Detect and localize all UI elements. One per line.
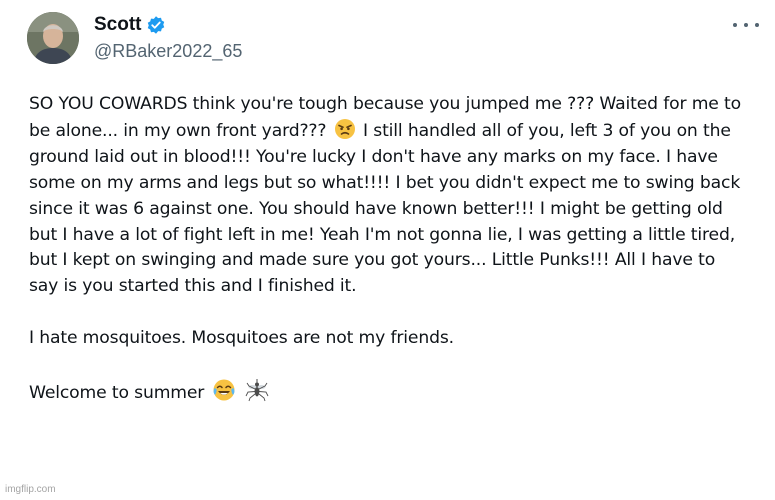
tweet-paragraph-3: Welcome to summer	[29, 378, 749, 407]
tweet-paragraph-3-text: Welcome to summer	[29, 382, 205, 403]
tweet-paragraph-1-part-2: I still handled all of you, left 3 of yo…	[29, 120, 741, 297]
tweet-paragraph-1: SO YOU COWARDS think you're tough becaus…	[29, 92, 749, 300]
face-with-tears-of-joy-emoji-icon	[212, 378, 236, 402]
author-handle[interactable]: @RBaker2022_65	[94, 40, 242, 62]
mosquito-emoji-icon	[245, 378, 269, 402]
watermark: imgflip.com	[5, 484, 56, 495]
profile-photo	[27, 12, 79, 64]
author-display-name-row[interactable]: Scott	[94, 13, 166, 37]
verified-badge-icon	[146, 15, 166, 35]
tweet-paragraph-2: I hate mosquitoes. Mosquitoes are not my…	[29, 328, 454, 349]
author-display-name[interactable]: Scott	[94, 13, 142, 37]
more-options-icon[interactable]	[733, 18, 759, 32]
tweet-text: SO YOU COWARDS think you're tough becaus…	[29, 92, 749, 407]
angry-face-emoji-icon	[334, 118, 356, 140]
avatar[interactable]	[27, 12, 79, 64]
